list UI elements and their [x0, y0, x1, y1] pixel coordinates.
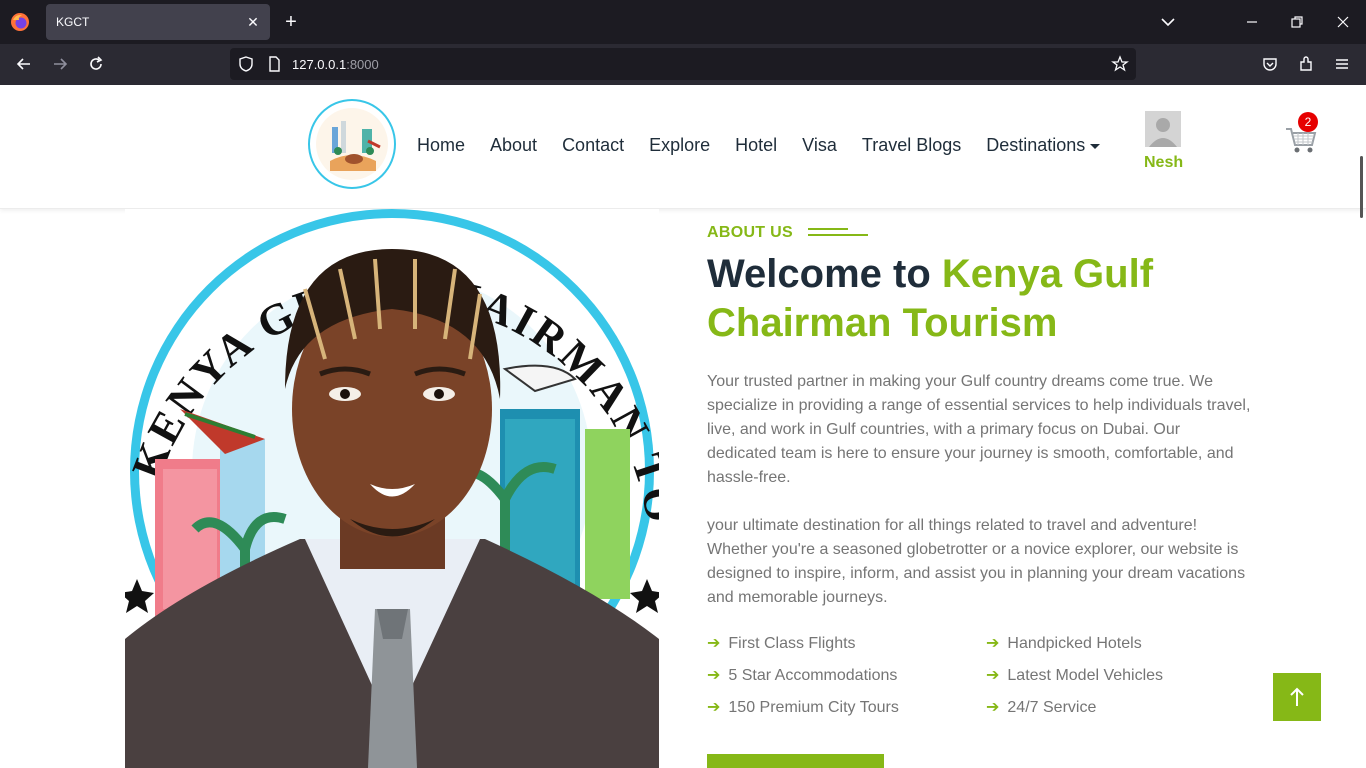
feature-item: ➔ 5 Star Accommodations — [707, 667, 898, 684]
kgct-promo-illustration: KENYA GULF CHAIRMAN TOURISM — [125, 209, 659, 768]
feature-item: ➔ 150 Premium City Tours — [707, 699, 899, 716]
back-icon[interactable] — [14, 54, 34, 74]
about-title: Welcome to Kenya Gulf Chairman Tourism — [707, 252, 1154, 345]
close-window-icon[interactable] — [1333, 12, 1353, 32]
about-eyebrow: ABOUT US — [707, 224, 793, 241]
restore-icon[interactable] — [1287, 12, 1307, 32]
user-silhouette-icon — [1149, 118, 1177, 147]
extensions-icon[interactable] — [1296, 54, 1316, 74]
tab-close-icon[interactable]: ✕ — [244, 13, 262, 31]
feature-item: ➔ First Class Flights — [707, 635, 856, 652]
user-name[interactable]: Nesh — [1144, 154, 1183, 172]
about-paragraph-2: your ultimate destination for all things… — [707, 517, 1246, 606]
site-header: Home About Contact Explore Hotel Visa Tr… — [0, 85, 1366, 209]
arrow-right-icon: ➔ — [986, 667, 1000, 684]
pocket-icon[interactable] — [1260, 54, 1280, 74]
arrow-right-icon: ➔ — [707, 635, 721, 652]
url-bar[interactable]: 127.0.0.1:8000 — [230, 48, 1136, 80]
menu-home[interactable]: Home — [417, 135, 465, 159]
arrow-up-icon — [1290, 687, 1304, 706]
page-scrollbar-thumb[interactable] — [1360, 156, 1363, 218]
star-bookmark-icon[interactable] — [1110, 54, 1130, 74]
feature-item: ➔ 24/7 Service — [986, 699, 1097, 716]
url-text: 127.0.0.1:8000 — [292, 57, 379, 72]
list-all-tabs-icon[interactable] — [1158, 12, 1178, 32]
eyebrow-line — [808, 234, 868, 236]
menu-travel-blogs[interactable]: Travel Blogs — [862, 135, 961, 159]
site-logo[interactable] — [308, 99, 396, 189]
menu-about[interactable]: About — [490, 135, 537, 159]
user-avatar[interactable] — [1145, 111, 1181, 147]
page-icon[interactable] — [264, 54, 284, 74]
arrow-right-icon: ➔ — [707, 667, 721, 684]
browser-tab-bar: KGCT ✕ + — [0, 0, 1366, 44]
menu-explore[interactable]: Explore — [649, 135, 710, 159]
firefox-icon[interactable] — [10, 12, 30, 32]
eyebrow-line — [808, 228, 848, 230]
arrow-right-icon: ➔ — [986, 635, 1000, 652]
feature-item: ➔ Latest Model Vehicles — [986, 667, 1164, 684]
read-more-button[interactable] — [707, 754, 884, 768]
arrow-right-icon: ➔ — [986, 699, 1000, 716]
reload-icon[interactable] — [86, 54, 106, 74]
menu-hotel[interactable]: Hotel — [735, 135, 777, 159]
about-image: KENYA GULF CHAIRMAN TOURISM — [125, 209, 659, 768]
feature-item: ➔ Handpicked Hotels — [986, 635, 1142, 652]
menu-visa[interactable]: Visa — [802, 135, 837, 159]
about-paragraph-1: Your trusted partner in making your Gulf… — [707, 373, 1251, 486]
logo-illustration — [316, 108, 388, 180]
browser-nav-bar: 127.0.0.1:8000 — [0, 44, 1366, 85]
minimize-icon[interactable] — [1242, 12, 1262, 32]
forward-icon[interactable] — [50, 54, 70, 74]
new-tab-button[interactable]: + — [280, 11, 302, 33]
arrow-right-icon: ➔ — [707, 699, 721, 716]
cart-count-badge: 2 — [1298, 112, 1318, 132]
menu-destinations-dropdown[interactable]: Destinations — [986, 135, 1100, 159]
tab-title: KGCT — [56, 15, 90, 29]
menu-contact[interactable]: Contact — [562, 135, 624, 159]
active-tab[interactable]: KGCT ✕ — [46, 4, 270, 40]
shield-icon[interactable] — [236, 54, 256, 74]
hamburger-menu-icon[interactable] — [1332, 54, 1352, 74]
back-to-top-button[interactable] — [1273, 673, 1321, 721]
main-menu: Home About Contact Explore Hotel Visa Tr… — [417, 135, 1125, 159]
